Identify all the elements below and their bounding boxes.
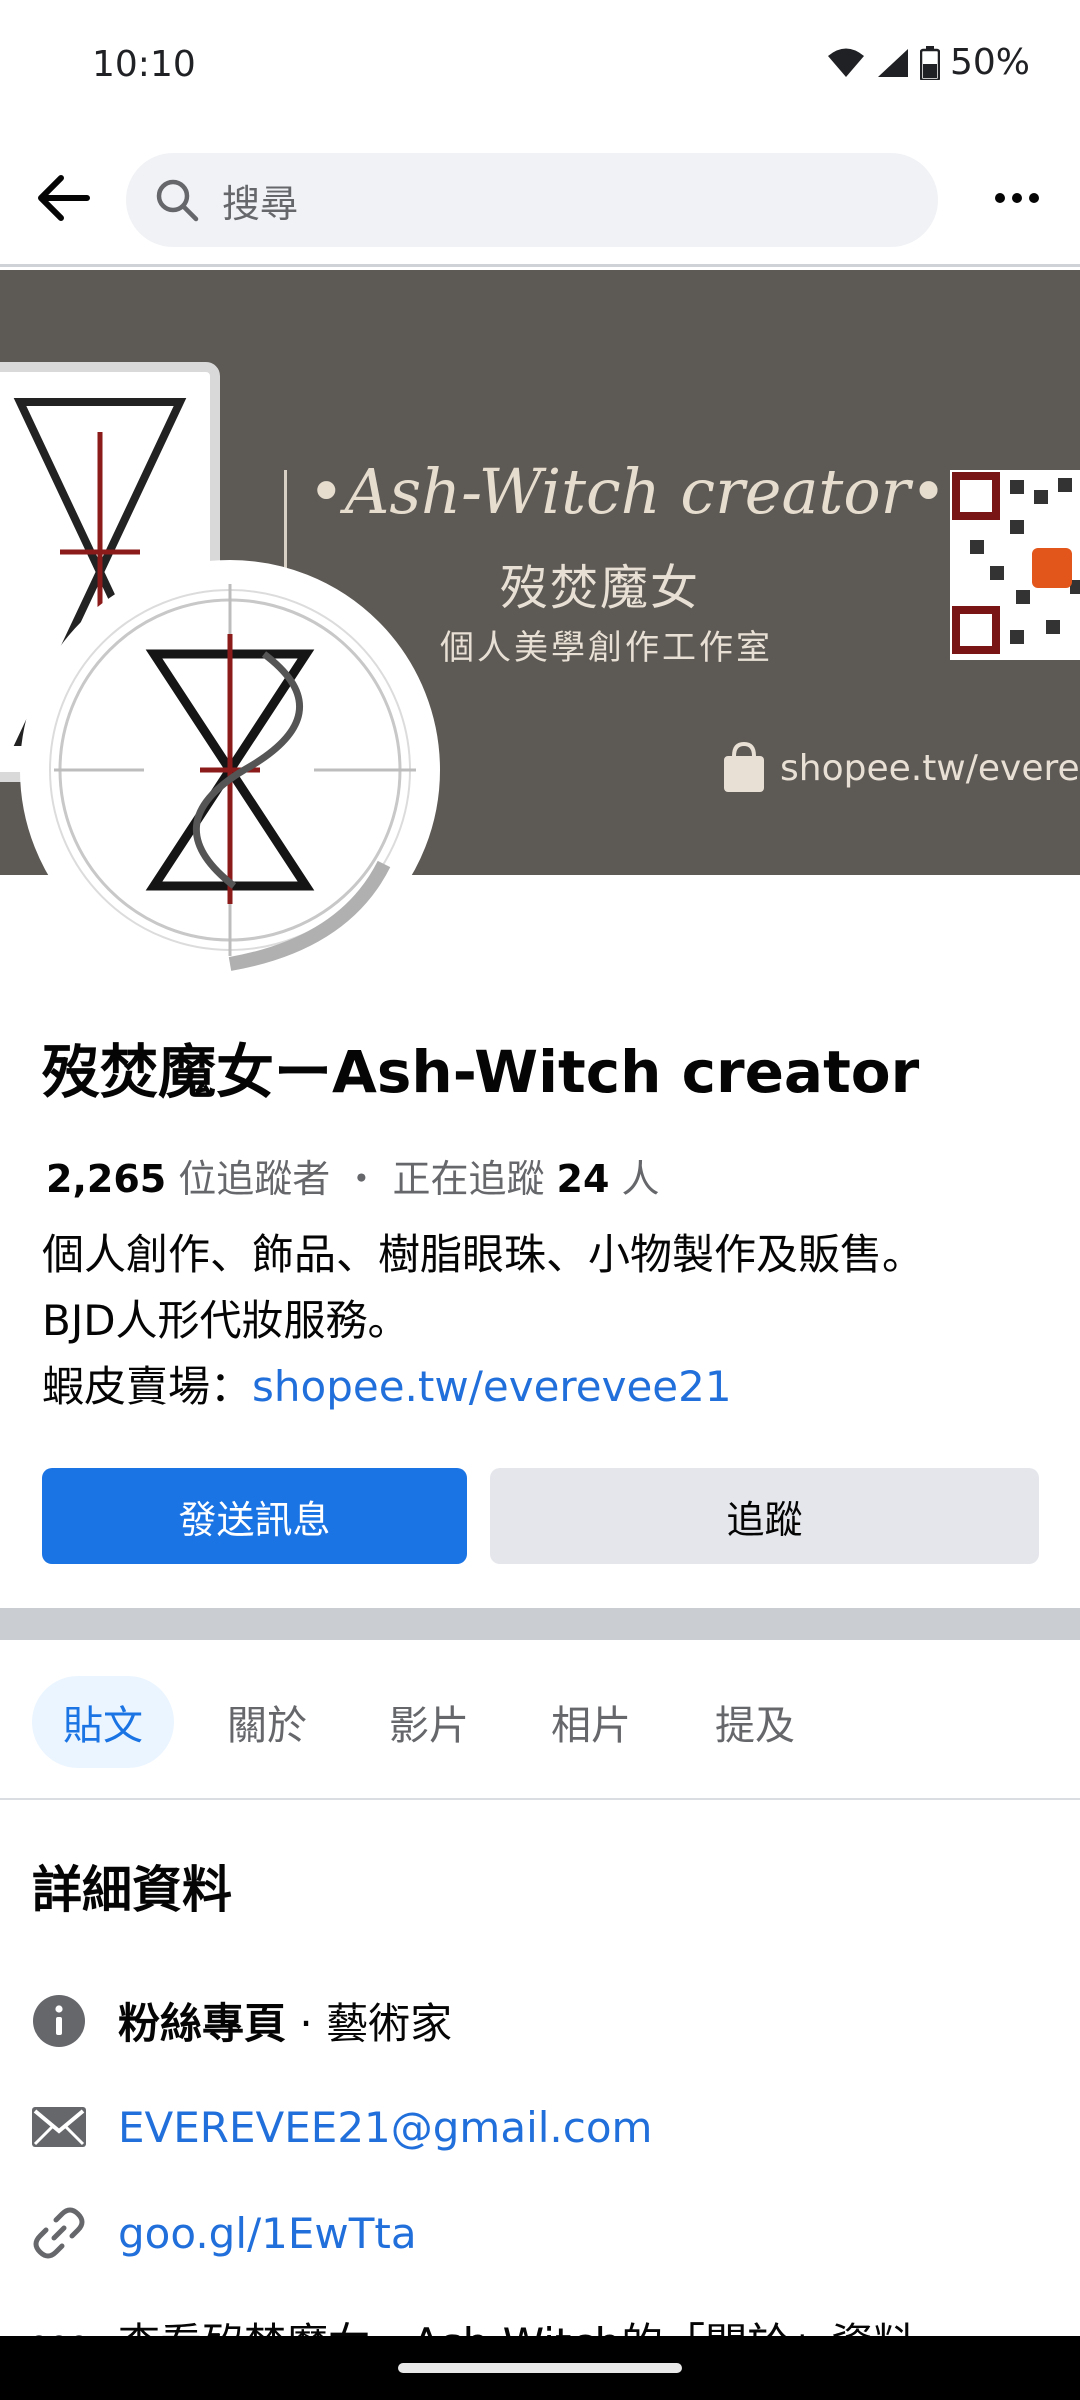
search-header: 搜尋 (0, 135, 1080, 267)
cover-divider (284, 470, 287, 570)
send-message-button[interactable]: 發送訊息 (42, 1468, 467, 1564)
search-placeholder: 搜尋 (222, 181, 299, 226)
search-icon (156, 179, 199, 222)
cover-subtitle: 歿焚魔女 (500, 560, 701, 616)
cellular-signal-icon (876, 47, 910, 79)
envelope-icon (32, 2100, 86, 2154)
page-bio: 個人創作、飾品、樹脂眼珠、小物製作及販售。 BJD人形代妝服務。 蝦皮賣場：sh… (42, 1222, 924, 1420)
cover-shop-url: shopee.tw/evereve (722, 742, 1080, 794)
detail-website[interactable]: goo.gl/1EwTta (32, 2206, 417, 2260)
home-gesture-handle[interactable] (398, 2363, 682, 2373)
tab-videos[interactable]: 影片 (358, 1676, 500, 1768)
battery-percent: 50% (949, 42, 1030, 83)
profile-tabs: 貼文 關於 影片 相片 提及 (0, 1640, 1080, 1800)
detail-email[interactable]: EVEREVEE21@gmail.com (32, 2100, 652, 2154)
tab-photos[interactable]: 相片 (520, 1676, 662, 1768)
followers-count: 2,265 (46, 1157, 167, 1201)
follow-button[interactable]: 追蹤 (490, 1468, 1039, 1564)
profile-avatar[interactable] (20, 560, 440, 980)
link-icon (32, 2206, 86, 2260)
website-link[interactable]: goo.gl/1EwTta (118, 2209, 417, 2258)
followers-label: 位追蹤者 ・ 正在追蹤 (166, 1157, 557, 1201)
qr-code (950, 470, 1080, 660)
info-icon (32, 1994, 86, 2048)
more-options-button[interactable] (984, 165, 1050, 231)
bio-line: BJD人形代妝服務。 (42, 1296, 410, 1345)
system-nav-bar (0, 2336, 1080, 2400)
shop-link[interactable]: shopee.tw/everevee21 (252, 1362, 732, 1411)
tab-posts[interactable]: 貼文 (32, 1676, 174, 1768)
tab-about[interactable]: 關於 (196, 1676, 338, 1768)
section-divider (0, 1608, 1080, 1640)
bio-line: 個人創作、飾品、樹脂眼珠、小物製作及販售。 (42, 1230, 925, 1279)
category-type: 粉絲專頁 (118, 1999, 287, 2048)
back-button[interactable] (30, 165, 96, 231)
shopping-bag-icon (724, 742, 764, 792)
battery-icon (919, 45, 940, 80)
following-suffix: 人 (609, 1157, 660, 1201)
more-dots-icon (995, 193, 1039, 203)
status-time: 10:10 (92, 44, 196, 85)
follower-stats[interactable]: 2,265 位追蹤者 ・ 正在追蹤 24 人 (46, 1148, 660, 1203)
wifi-icon (826, 47, 866, 79)
category-value: · 藝術家 (286, 1999, 453, 2048)
search-input[interactable]: 搜尋 (126, 153, 938, 247)
email-link[interactable]: EVEREVEE21@gmail.com (118, 2103, 652, 2152)
status-bar: 10:10 50% (0, 0, 1080, 135)
bio-line: 蝦皮賣場：shopee.tw/everevee21 (42, 1362, 732, 1411)
cover-tagline: 個人美學創作工作室 (440, 628, 773, 668)
status-icons: 50% (826, 42, 1030, 83)
arrow-left-icon (38, 175, 90, 221)
details-heading: 詳細資料 (32, 1861, 232, 1919)
detail-category: 粉絲專頁 · 藝術家 (32, 1990, 452, 2051)
following-count: 24 (556, 1157, 610, 1201)
page-title: 歿焚魔女ーAsh-Witch creator (42, 1038, 920, 1106)
cover-title: •Ash-Witch creator• (308, 455, 947, 528)
tab-mentions[interactable]: 提及 (684, 1676, 826, 1768)
